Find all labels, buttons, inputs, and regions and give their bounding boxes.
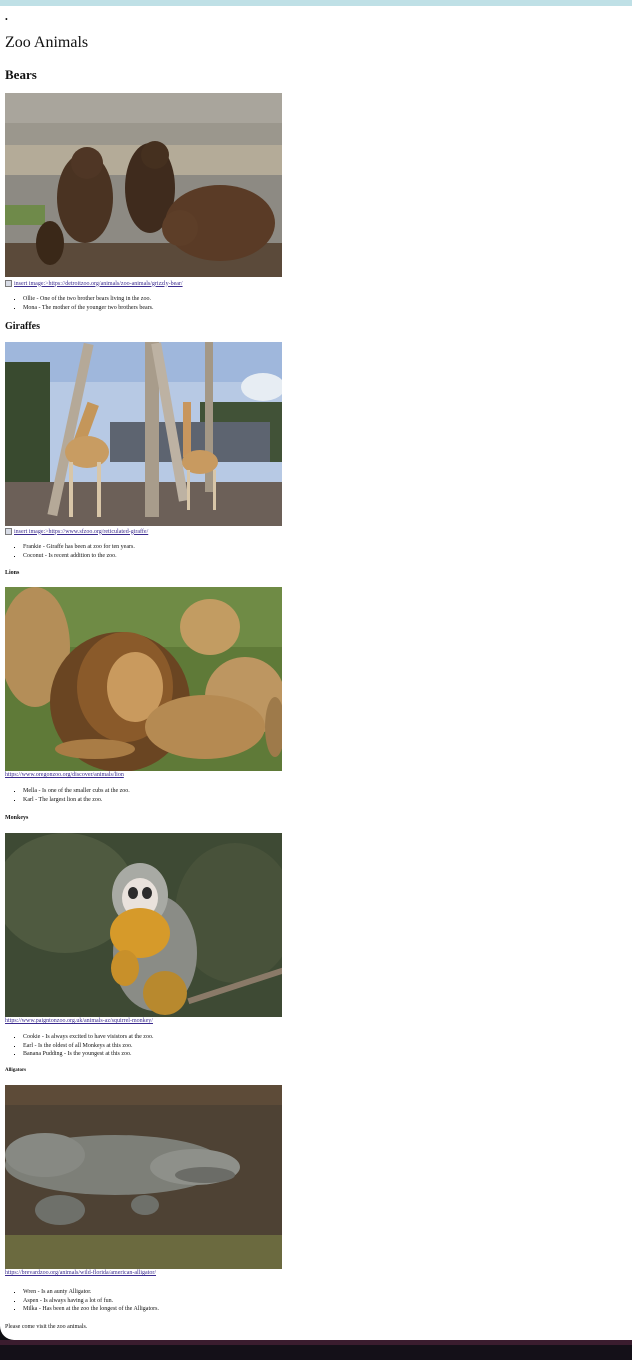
list-item: Banana Pudding - Is the youngest at this… [23, 1050, 153, 1059]
broken-image-icon [5, 280, 12, 287]
lions-photo [5, 587, 282, 771]
lions-image-link[interactable]: https://www.oregonzoo.org/discover/anima… [5, 772, 124, 778]
list-item: Earl - Is the oldest of all Monkeys at t… [23, 1042, 153, 1051]
giraffes-photo [5, 342, 282, 526]
list-item: Milka - Has been at the zoo the longest … [23, 1305, 159, 1314]
monkeys-photo [5, 833, 282, 1017]
section-heading-lions: Lions [5, 570, 20, 576]
list-item: Ollie - One of the two brother bears liv… [23, 295, 154, 304]
bears-list: Ollie - One of the two brother bears liv… [0, 295, 154, 312]
monkeys-image-link[interactable]: https://www.paigntonzoo.org.uk/animals-a… [5, 1018, 153, 1024]
page-title: Zoo Animals [5, 34, 89, 51]
list-item: Mona - The mother of the younger two bro… [23, 304, 154, 313]
lions-list: Mella - Is one of the smaller cubs at th… [0, 787, 130, 804]
bottom-strip [0, 1340, 632, 1345]
footer-text: Please come visit the zoo animals. [5, 1324, 88, 1330]
window-bottom-bar [0, 1340, 632, 1360]
alligators-list: Wren - Is an aunty Alligator. Aspen - Is… [0, 1288, 159, 1314]
section-heading-bears: Bears [5, 67, 37, 82]
stray-bullet: • [5, 15, 8, 24]
page-content: • Zoo Animals Bears insert image:>https:… [0, 6, 632, 1340]
bears-photo [5, 93, 282, 277]
list-item: Wren - Is an aunty Alligator. [23, 1288, 159, 1297]
list-item: Mella - Is one of the smaller cubs at th… [23, 787, 130, 796]
section-heading-giraffes: Giraffes [5, 321, 40, 332]
section-heading-alligators: Alligators [5, 1068, 27, 1073]
list-item: Cookie - Is always excited to have visis… [23, 1033, 153, 1042]
broken-image-icon [5, 528, 12, 535]
list-item: Karl - The largest lion at the zoo. [23, 796, 130, 805]
bears-image-link[interactable]: insert image:>https://detroitzoo.org/ani… [5, 280, 183, 287]
alligators-image-link[interactable]: https://brevardzoo.org/animals/wild-flor… [5, 1270, 156, 1276]
list-item: Aspen - Is always having a lot of fun. [23, 1297, 159, 1306]
giraffes-image-link[interactable]: insert image:>https://www.sfzoo.org/reti… [5, 528, 148, 535]
monkeys-list: Cookie - Is always excited to have visis… [0, 1033, 153, 1059]
section-heading-monkeys: Monkeys [5, 815, 29, 821]
giraffes-list: Frankie - Giraffe has been at zoo for te… [0, 543, 135, 560]
list-item: Coconut - Is recent addition to the zoo. [23, 552, 135, 561]
alligators-photo [5, 1085, 282, 1269]
list-item: Frankie - Giraffe has been at zoo for te… [23, 543, 135, 552]
